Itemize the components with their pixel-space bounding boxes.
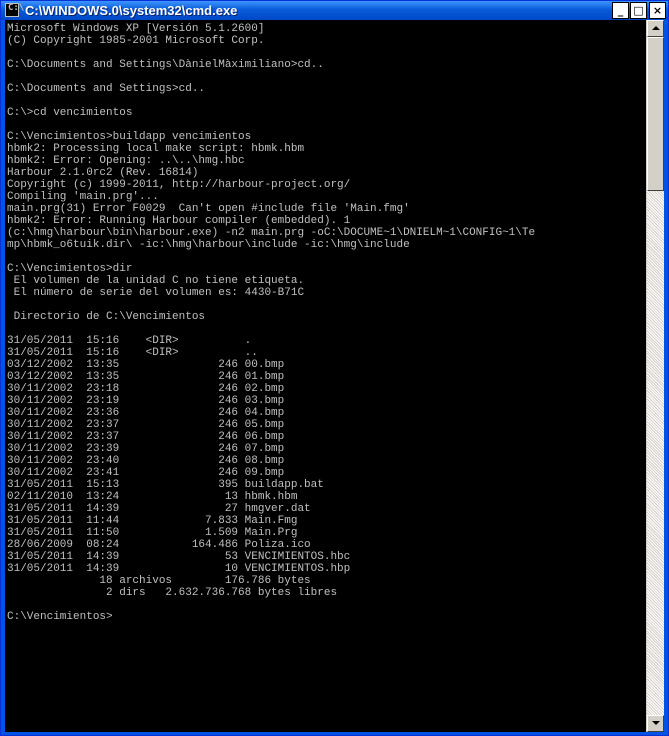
console-line: 28/06/2009 08:24 164.486 Poliza.ico <box>7 539 311 551</box>
console-line: 31/05/2011 14:39 27 hmgver.dat <box>7 503 311 515</box>
console-line: hbmk2: Error: Running Harbour compiler (… <box>7 215 351 227</box>
console-line: 31/05/2011 11:50 1.509 Main.Prg <box>7 527 298 539</box>
scroll-up-arrow-icon[interactable] <box>647 20 664 37</box>
console-line: C:\Vencimientos> <box>7 611 113 623</box>
scroll-down-arrow-icon[interactable] <box>647 715 664 732</box>
console-line: 31/05/2011 15:16 <DIR> . <box>7 335 252 347</box>
scroll-thumb[interactable] <box>647 37 664 191</box>
console-line: 30/11/2002 23:37 246 06.bmp <box>7 431 285 443</box>
console-line: 31/05/2011 11:44 7.833 Main.Fmg <box>7 515 298 527</box>
console-line: 31/05/2011 14:39 53 VENCIMIENTOS.hbc <box>7 551 351 563</box>
minimize-button[interactable]: _ <box>612 2 629 19</box>
console-line: Compiling 'main.prg'... <box>7 191 159 203</box>
console-line: El número de serie del volumen es: 4430-… <box>7 287 305 299</box>
console-line: 2 dirs 2.632.736.768 bytes libres <box>7 587 338 599</box>
console-line: Harbour 2.1.0rc2 (Rev. 16814) <box>7 167 199 179</box>
console-line: (C) Copyright 1985-2001 Microsoft Corp. <box>7 35 265 47</box>
vertical-scrollbar[interactable] <box>646 20 664 732</box>
scroll-track[interactable] <box>647 191 664 715</box>
console-line: 30/11/2002 23:36 246 04.bmp <box>7 407 285 419</box>
console-line: C:\Vencimientos>buildapp vencimientos <box>7 131 252 143</box>
console-line: Copyright (c) 1999-2011, http://harbour-… <box>7 179 351 191</box>
console-line: mp\hbmk_o6tuik.dir\ -ic:\hmg\harbour\inc… <box>7 239 410 251</box>
console-line: El volumen de la unidad C no tiene etiqu… <box>7 275 305 287</box>
console-line: 31/05/2011 14:39 10 VENCIMIENTOS.hbp <box>7 563 351 575</box>
console-line: main.prg(31) Error F0029 Can't open #inc… <box>7 203 410 215</box>
console-line: hbmk2: Error: Opening: ..\..\hmg.hbc <box>7 155 245 167</box>
console-line: C:\Vencimientos>dir <box>7 263 133 275</box>
console-line: 30/11/2002 23:39 246 07.bmp <box>7 443 285 455</box>
console-line: 31/05/2011 15:13 395 buildapp.bat <box>7 479 324 491</box>
console-line: 30/11/2002 23:40 246 08.bmp <box>7 455 285 467</box>
console-line: 31/05/2011 15:16 <DIR> .. <box>7 347 258 359</box>
console-line: 02/11/2010 13:24 13 hbmk.hbm <box>7 491 298 503</box>
console-line: 18 archivos 176.786 bytes <box>7 575 311 587</box>
window-title: C:\WINDOWS.0\system32\cmd.exe <box>25 3 238 18</box>
console-output[interactable]: Microsoft Windows XP [Versión 5.1.2600](… <box>5 20 646 732</box>
console-line: 03/12/2002 13:35 246 01.bmp <box>7 371 285 383</box>
console-line: 30/11/2002 23:18 246 02.bmp <box>7 383 285 395</box>
console-line: hbmk2: Processing local make script: hbm… <box>7 143 305 155</box>
console-line: C:\>cd vencimientos <box>7 107 133 119</box>
console-line: (c:\hmg\harbour\bin\harbour.exe) -n2 mai… <box>7 227 536 239</box>
title-bar[interactable]: C:\ C:\WINDOWS.0\system32\cmd.exe _ □ × <box>1 1 668 20</box>
cmd-window: C:\ C:\WINDOWS.0\system32\cmd.exe _ □ × … <box>0 0 669 736</box>
console-line: 03/12/2002 13:35 246 00.bmp <box>7 359 285 371</box>
cmd-app-icon[interactable]: C:\ <box>5 3 24 17</box>
console-line: 30/11/2002 23:37 246 05.bmp <box>7 419 285 431</box>
console-line: C:\Documents and Settings>cd.. <box>7 83 206 95</box>
console-line: C:\Documents and Settings\DànielMàximili… <box>7 59 324 71</box>
console-line: 30/11/2002 23:41 246 09.bmp <box>7 467 285 479</box>
console-line: 30/11/2002 23:19 246 03.bmp <box>7 395 285 407</box>
maximize-button[interactable]: □ <box>630 2 647 19</box>
console-line: Microsoft Windows XP [Versión 5.1.2600] <box>7 23 265 35</box>
console-line: Directorio de C:\Vencimientos <box>7 311 206 323</box>
close-button[interactable]: × <box>649 2 666 19</box>
